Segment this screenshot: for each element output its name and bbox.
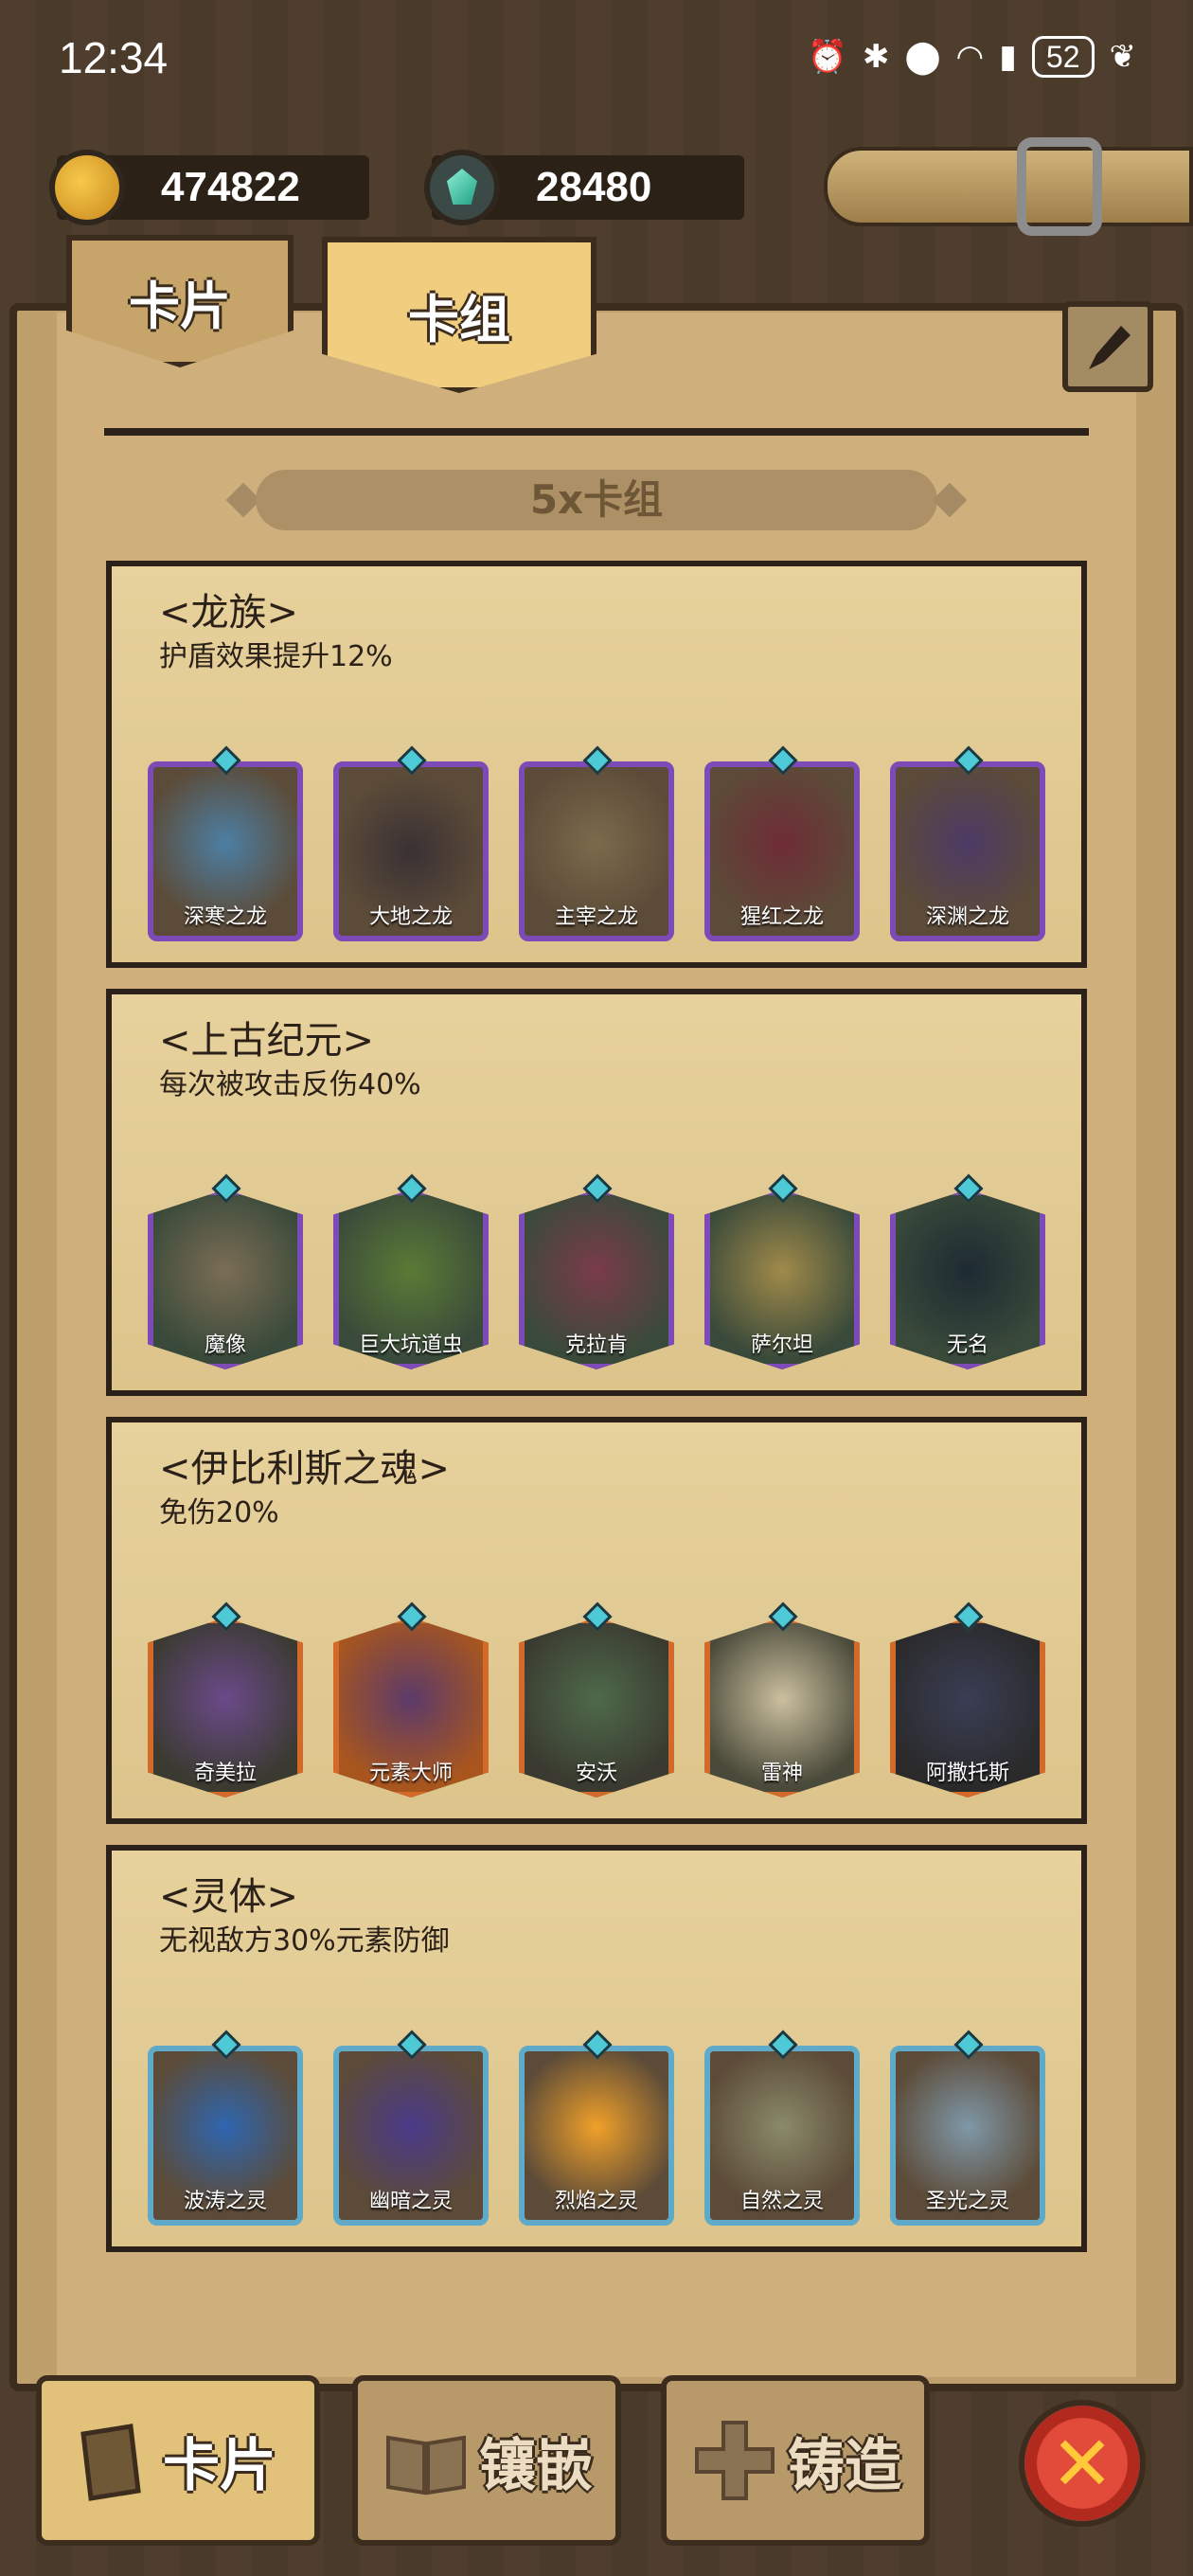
- group-name: <灵体>: [159, 1875, 299, 1919]
- card-name: 深渊之龙: [925, 905, 1009, 929]
- nav-cards[interactable]: 卡片: [36, 2375, 320, 2546]
- gold-amount: 474822: [161, 164, 300, 210]
- card-name: 安沃: [575, 1762, 617, 1785]
- card-name: 幽暗之灵: [368, 2190, 453, 2213]
- card-name: 自然之灵: [739, 2190, 824, 2213]
- gem-icon: [424, 150, 500, 225]
- cards-icon: [80, 2424, 141, 2501]
- gold-counter: 474822: [49, 150, 369, 225]
- card-name: 魔像: [204, 1333, 246, 1357]
- nav-label: 卡片: [163, 2432, 276, 2499]
- group-effect: 护盾效果提升12%: [159, 640, 393, 673]
- card-name: 主宰之龙: [554, 905, 638, 929]
- card-name: 阿撒托斯: [925, 1762, 1009, 1785]
- card[interactable]: 深渊之龙: [890, 761, 1045, 941]
- buckle-icon: [1017, 137, 1102, 236]
- pencil-icon: [1089, 326, 1131, 369]
- card[interactable]: 元素大师: [333, 1618, 489, 1798]
- card-name: 奇美拉: [193, 1762, 257, 1785]
- nav-label: 镶嵌: [479, 2432, 593, 2499]
- card[interactable]: 克拉肯: [519, 1190, 674, 1369]
- card-name: 圣光之灵: [925, 2190, 1009, 2213]
- group-effect: 免伤20%: [159, 1496, 279, 1530]
- card[interactable]: 大地之龙: [333, 761, 489, 941]
- cross-icon: [695, 2421, 775, 2500]
- bluetooth-icon: ✱: [862, 38, 890, 76]
- card-name: 元素大师: [368, 1762, 453, 1785]
- card[interactable]: 安沃: [519, 1618, 674, 1798]
- card[interactable]: 魔像: [148, 1190, 303, 1369]
- gold-icon: [49, 150, 125, 225]
- alarm-icon: ⏰: [807, 38, 847, 76]
- deck-group: <上古纪元> 每次被攻击反伤40% 魔像 巨大坑道虫 克拉肯 萨尔坦 无名: [106, 989, 1087, 1396]
- group-name: <伊比利斯之魂>: [159, 1447, 451, 1491]
- card[interactable]: 主宰之龙: [519, 761, 674, 941]
- card-name: 无名: [946, 1333, 988, 1357]
- group-effect: 每次被攻击反伤40%: [159, 1068, 421, 1101]
- edit-button[interactable]: [1062, 301, 1153, 392]
- deck-group: <伊比利斯之魂> 免伤20% 奇美拉 元素大师 安沃 雷神 阿撒托斯: [106, 1417, 1087, 1824]
- close-icon: ✕: [1050, 2419, 1114, 2508]
- leaf-icon: ❦: [1109, 38, 1137, 76]
- card[interactable]: 圣光之灵: [890, 2046, 1045, 2226]
- card[interactable]: 猩红之龙: [704, 761, 860, 941]
- card[interactable]: 波涛之灵: [148, 2046, 303, 2226]
- card-name: 猩红之龙: [739, 905, 824, 929]
- group-name: <上古纪元>: [159, 1019, 375, 1063]
- card-name: 巨大坑道虫: [358, 1333, 463, 1357]
- nav-label: 铸造: [788, 2432, 901, 2499]
- nav-inlay[interactable]: 镶嵌: [352, 2375, 621, 2546]
- divider: [104, 428, 1089, 436]
- card-name: 雷神: [760, 1762, 803, 1785]
- status-bar: 12:34 ⏰ ✱ ⬤ ◠ ▮ 52 ❦: [0, 0, 1193, 123]
- gem-counter: 28480: [424, 150, 744, 225]
- card[interactable]: 烈焰之灵: [519, 2046, 674, 2226]
- card[interactable]: 巨大坑道虫: [333, 1190, 489, 1369]
- nav-forge[interactable]: 铸造: [661, 2375, 930, 2546]
- location-icon: ⬤: [904, 38, 941, 76]
- card[interactable]: 幽暗之灵: [333, 2046, 489, 2226]
- card[interactable]: 自然之灵: [704, 2046, 860, 2226]
- belt-menu[interactable]: [824, 137, 1193, 236]
- gem-amount: 28480: [536, 164, 652, 210]
- card-name: 波涛之灵: [183, 2190, 267, 2213]
- deck-group: <龙族> 护盾效果提升12% 深寒之龙 大地之龙 主宰之龙 猩红之龙 深渊之龙: [106, 561, 1087, 968]
- card-name: 烈焰之灵: [554, 2190, 638, 2213]
- deck-header: 5x卡组: [256, 470, 937, 530]
- card-name: 克拉肯: [564, 1333, 628, 1357]
- group-effect: 无视敌方30%元素防御: [159, 1924, 450, 1958]
- card-name: 深寒之龙: [183, 905, 267, 929]
- group-name: <龙族>: [159, 591, 299, 635]
- book-icon: [386, 2435, 466, 2496]
- card-name: 大地之龙: [368, 905, 453, 929]
- clock: 12:34: [59, 33, 169, 82]
- card[interactable]: 萨尔坦: [704, 1190, 860, 1369]
- battery-indicator: 52: [1031, 36, 1095, 78]
- card[interactable]: 奇美拉: [148, 1618, 303, 1798]
- card-name: 萨尔坦: [750, 1333, 813, 1357]
- card[interactable]: 阿撒托斯: [890, 1618, 1045, 1798]
- card[interactable]: 雷神: [704, 1618, 860, 1798]
- wifi-icon: ◠: [955, 38, 985, 76]
- card[interactable]: 深寒之龙: [148, 761, 303, 941]
- card[interactable]: 无名: [890, 1190, 1045, 1369]
- deck-group: <灵体> 无视敌方30%元素防御 波涛之灵 幽暗之灵 烈焰之灵 自然之灵 圣光之…: [106, 1845, 1087, 2252]
- signal-icon: ▮: [999, 38, 1017, 76]
- status-icons: ⏰ ✱ ⬤ ◠ ▮ 52 ❦: [808, 36, 1136, 78]
- close-button[interactable]: ✕: [1019, 2400, 1146, 2527]
